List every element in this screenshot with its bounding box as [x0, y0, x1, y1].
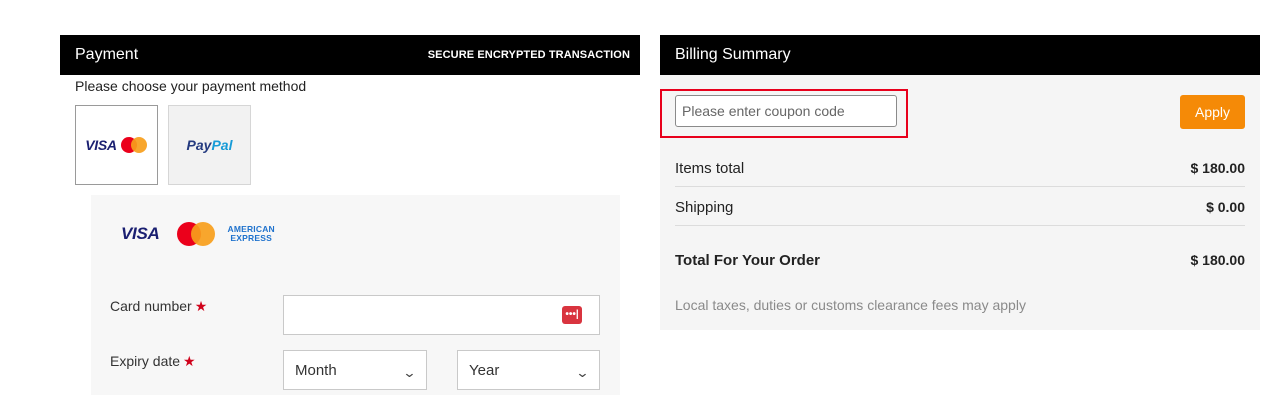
divider — [675, 225, 1245, 226]
order-total-amount: $ 180.00 — [1190, 252, 1246, 268]
expiry-month-select[interactable]: Month ⌄ — [283, 350, 427, 390]
shipping-row: Shipping $ 0.00 — [675, 196, 1245, 218]
card-number-label: Card number ★ — [110, 298, 208, 314]
visa-brand-logo: VISA — [121, 224, 160, 243]
order-total-label: Total For Your Order — [675, 251, 821, 269]
shipping-label: Shipping — [675, 198, 734, 216]
visa-logo: VISA — [85, 137, 117, 153]
items-total-row: Items total $ 180.00 — [675, 157, 1245, 179]
billing-summary-title: Billing Summary — [660, 35, 1260, 75]
expiry-year-select[interactable]: Year ⌄ — [457, 350, 600, 390]
taxes-disclaimer: Local taxes, duties or customs clearance… — [675, 297, 1026, 313]
payment-title: Payment — [75, 46, 139, 63]
coupon-code-input[interactable] — [675, 95, 897, 127]
divider — [675, 186, 1245, 187]
required-mark: ★ — [194, 298, 208, 314]
order-total-row: Total For Your Order $ 180.00 — [675, 249, 1245, 271]
billing-summary-panel: Billing Summary Apply Items total $ 180.… — [660, 35, 1260, 330]
accepted-cards: VISA AMERICAN EXPRESS — [121, 221, 275, 247]
payment-method-card[interactable]: VISA — [75, 105, 158, 185]
payment-header: Payment SECURE ENCRYPTED TRANSACTION — [60, 35, 640, 75]
payment-method-paypal[interactable]: PayPal — [168, 105, 251, 185]
card-form: VISA AMERICAN EXPRESS Card number ★ •••| … — [91, 195, 620, 395]
expiry-date-label: Expiry date ★ — [110, 353, 196, 369]
apply-coupon-button[interactable]: Apply — [1180, 95, 1245, 129]
paypal-logo: PayPal — [186, 137, 233, 153]
required-mark: ★ — [183, 353, 196, 369]
choose-method-text: Please choose your payment method — [75, 78, 307, 94]
card-icon: •••| — [562, 306, 582, 324]
chevron-down-icon: ⌄ — [575, 365, 590, 380]
items-total-amount: $ 180.00 — [1190, 160, 1246, 176]
items-total-label: Items total — [675, 159, 745, 177]
mastercard-icon — [120, 137, 147, 153]
amex-brand-logo: AMERICAN EXPRESS — [227, 224, 275, 243]
mastercard-brand-icon — [177, 222, 216, 246]
shipping-amount: $ 0.00 — [1206, 199, 1245, 215]
chevron-down-icon: ⌄ — [402, 365, 417, 380]
card-number-input[interactable]: •••| — [283, 295, 600, 335]
secure-transaction-label: SECURE ENCRYPTED TRANSACTION — [427, 49, 630, 61]
